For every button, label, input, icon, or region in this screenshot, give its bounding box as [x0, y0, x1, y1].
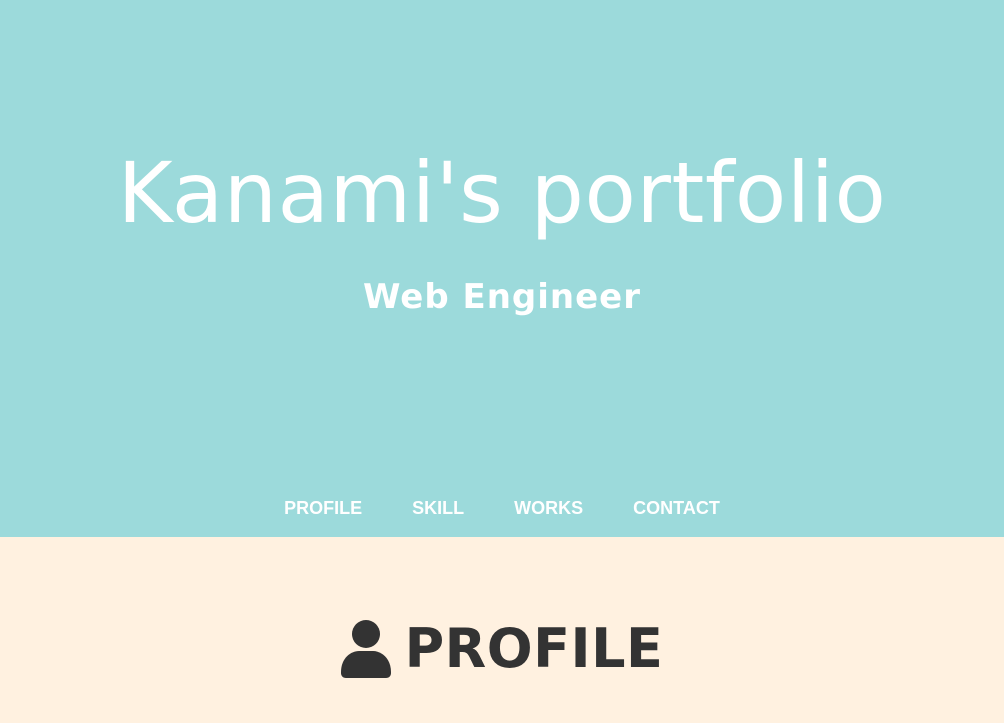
section-title: PROFILE	[404, 617, 664, 680]
nav-item-works[interactable]: WORKS	[514, 494, 583, 522]
main-nav: PROFILE SKILL WORKS CONTACT	[0, 494, 1004, 522]
nav-item-contact[interactable]: CONTACT	[633, 494, 720, 522]
profile-heading: PROFILE	[0, 614, 1004, 684]
nav-item-profile[interactable]: PROFILE	[284, 494, 362, 522]
nav-item-skill[interactable]: SKILL	[412, 494, 464, 522]
site-subtitle: Web Engineer	[362, 277, 642, 317]
site-title: Kanami's portfolio	[117, 144, 887, 242]
hero-header: Kanami's portfolio Web Engineer PROFILE …	[0, 0, 1004, 537]
profile-section: PROFILE	[0, 537, 1004, 723]
user-icon	[340, 620, 391, 678]
